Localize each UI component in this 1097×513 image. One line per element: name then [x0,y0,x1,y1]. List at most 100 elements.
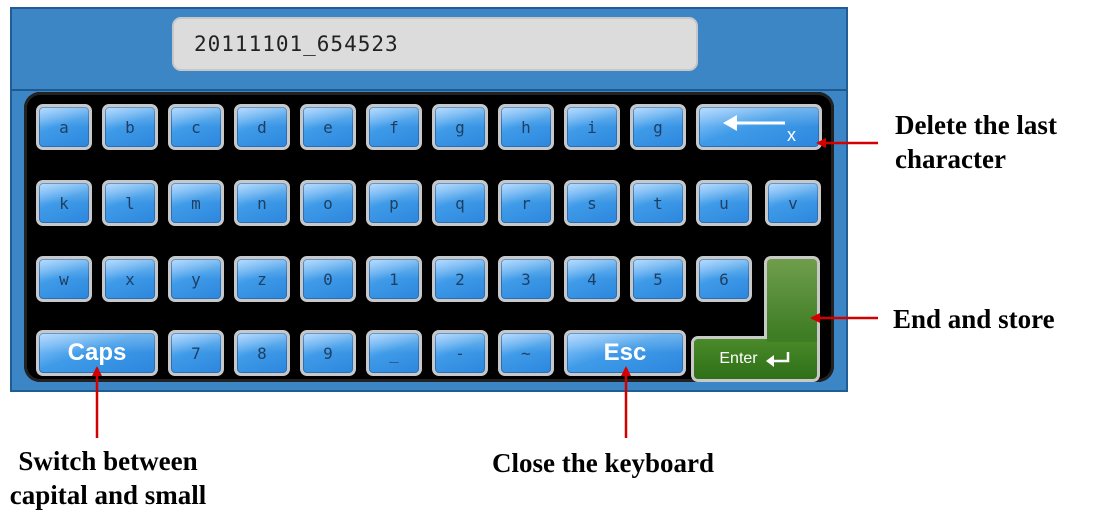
key-label: 9 [323,343,333,363]
callout-switch-case: Switch between capital and small [0,444,228,512]
key-8[interactable]: 8 [234,330,290,376]
backspace-arrow-icon: x [723,115,796,145]
key-label: i [587,117,597,137]
key-label: l [125,193,135,213]
key-label: r [521,193,531,213]
key-z[interactable]: z [234,256,290,302]
key-w[interactable]: w [36,256,92,302]
key-1[interactable]: 1 [366,256,422,302]
key-label: c [191,117,201,137]
enter-label: Enter [719,350,758,367]
virtual-keyboard: a b c d e f g h i g x k l m n o p q r s … [24,92,834,382]
key-2[interactable]: 2 [432,256,488,302]
key-label: f [389,117,399,137]
key-9[interactable]: 9 [300,330,356,376]
callout-delete-line1: Delete the last [895,110,1057,140]
key-3[interactable]: 3 [498,256,554,302]
key-label: q [455,193,465,213]
key-label: o [323,193,333,213]
key-label: - [455,343,465,363]
key-label: ~ [521,343,531,363]
key-k[interactable]: k [36,180,92,226]
key-p[interactable]: p [366,180,422,226]
key-label: e [323,117,333,137]
key-h[interactable]: h [498,104,554,150]
key-label: m [191,193,201,213]
keyboard-dialog: 20111101_654523 a b c d e f g h i g x k … [10,7,848,392]
key-label: 2 [455,269,465,289]
key-x[interactable]: x [102,256,158,302]
key-label: z [257,269,267,289]
callout-end-store: End and store [893,304,1055,334]
key-g-2[interactable]: g [630,104,686,150]
key-label: g [653,117,663,137]
key-label: t [653,193,663,213]
key-i[interactable]: i [564,104,620,150]
caps-key[interactable]: Caps [36,330,158,376]
key-b[interactable]: b [102,104,158,150]
key-c[interactable]: c [168,104,224,150]
backspace-mark: x [787,125,796,145]
key-0[interactable]: 0 [300,256,356,302]
backspace-key[interactable]: x [696,104,822,150]
esc-label: Esc [603,339,647,366]
key-o[interactable]: o [300,180,356,226]
key-tilde[interactable]: ~ [498,330,554,376]
esc-key[interactable]: Esc [564,330,686,376]
key-e[interactable]: e [300,104,356,150]
key-d[interactable]: d [234,104,290,150]
key-label: y [191,269,201,289]
enter-return-icon [765,352,789,367]
key-m[interactable]: m [168,180,224,226]
key-label: 6 [719,269,729,289]
key-n[interactable]: n [234,180,290,226]
key-underscore[interactable]: _ [366,330,422,376]
key-label: a [59,117,69,137]
key-f[interactable]: f [366,104,422,150]
key-label: 4 [587,269,597,289]
key-s[interactable]: s [564,180,620,226]
key-label: k [59,193,69,213]
key-label: 1 [389,269,399,289]
key-label: p [389,193,399,213]
key-label: d [257,117,267,137]
key-4[interactable]: 4 [564,256,620,302]
key-l[interactable]: l [102,180,158,226]
key-label: 7 [191,343,201,363]
key-label: n [257,193,267,213]
filename-input[interactable]: 20111101_654523 [172,17,698,71]
key-label: h [521,117,531,137]
key-label: g [455,117,465,137]
key-g[interactable]: g [432,104,488,150]
key-label: s [587,193,597,213]
enter-key-lower[interactable]: Enter [691,336,820,382]
key-label: w [59,269,69,289]
key-hyphen[interactable]: - [432,330,488,376]
enter-key[interactable]: Enter [691,256,823,382]
key-r[interactable]: r [498,180,554,226]
key-label: x [125,269,135,289]
key-y[interactable]: y [168,256,224,302]
key-u[interactable]: u [696,180,752,226]
key-label: 8 [257,343,267,363]
callout-switch-line1: Switch between [18,446,198,476]
key-q[interactable]: q [432,180,488,226]
enter-key-upper[interactable] [764,256,820,340]
key-v[interactable]: v [765,180,821,226]
key-a[interactable]: a [36,104,92,150]
key-label: _ [389,343,399,363]
key-t[interactable]: t [630,180,686,226]
enter-key-join [767,332,817,342]
key-label: u [719,193,729,213]
callout-close-keyboard: Close the keyboard [492,448,714,478]
caps-label: Caps [67,339,127,366]
key-label: 0 [323,269,333,289]
callout-switch-line2: capital and small [9,480,207,510]
key-5[interactable]: 5 [630,256,686,302]
callout-delete: Delete the last character [895,108,1057,176]
key-label: 5 [653,269,663,289]
key-label: 3 [521,269,531,289]
key-label: v [788,193,798,213]
key-label: b [125,117,135,137]
key-7[interactable]: 7 [168,330,224,376]
